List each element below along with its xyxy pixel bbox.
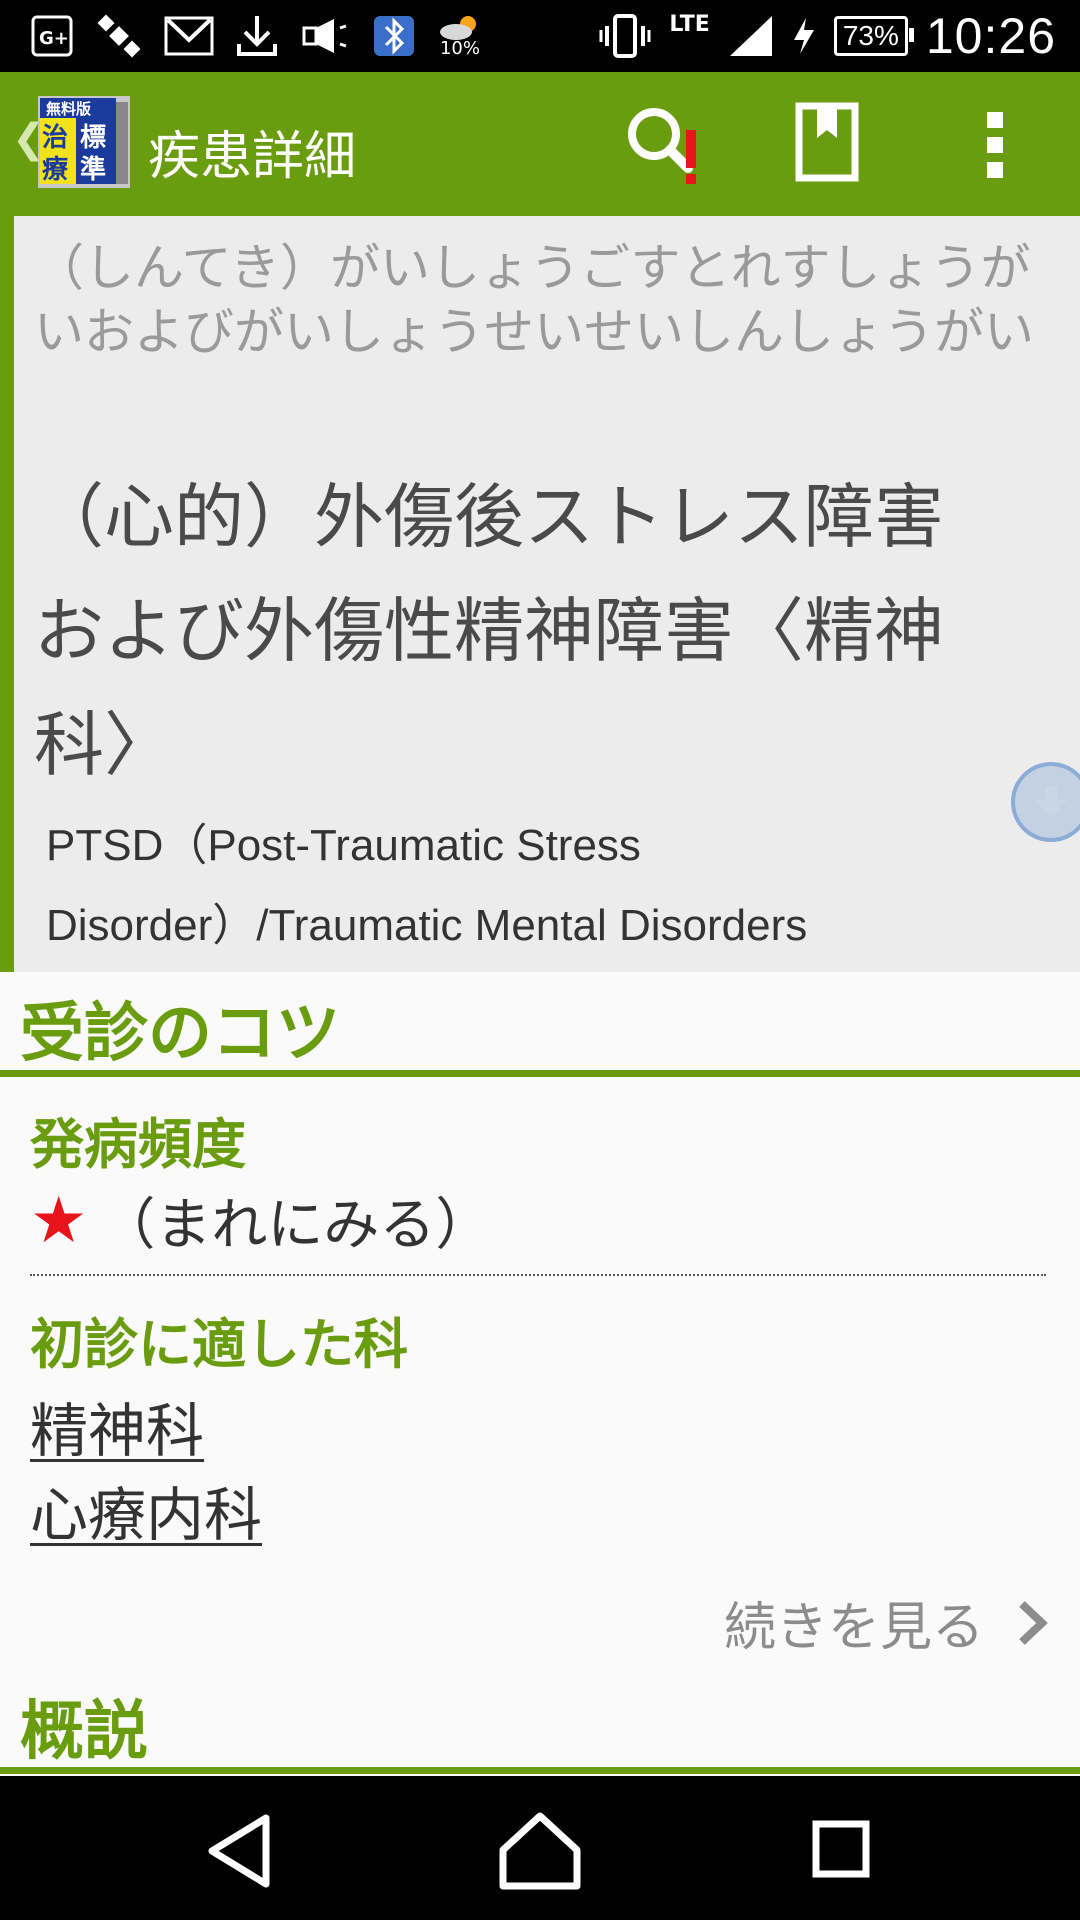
weather-indicator: 10% [438, 14, 482, 58]
logo-free-label: 無料版 [46, 100, 91, 118]
navigation-bar [0, 1776, 1080, 1920]
google-plus-icon: G+ [31, 15, 73, 57]
logo-char-3: 標 [80, 123, 106, 153]
svg-text:G+: G+ [39, 28, 69, 49]
logo-char-4: 準 [80, 154, 106, 185]
recents-icon[interactable] [796, 1806, 886, 1896]
speaker-icon [302, 19, 347, 53]
search-alert-icon[interactable] [620, 100, 710, 190]
cloud-sun-icon [440, 16, 476, 40]
vibrate-icon [599, 14, 651, 58]
gmail-icon [164, 16, 214, 56]
section-divider [0, 1070, 1080, 1077]
disease-name-line-3: 科〉 [34, 704, 174, 786]
battery-percent: 73% [842, 20, 899, 51]
logo-char-1: 治 [42, 123, 68, 153]
more-vert-icon[interactable] [975, 110, 1015, 180]
disease-english-name: PTSD（Post-Traumatic Stress Disorder）/Tra… [46, 806, 1046, 966]
frequency-value: ★ （まれにみる） [30, 1180, 491, 1261]
status-bar: G+ 10% LTE 73% 10:26 [0, 0, 1080, 72]
dotted-divider [30, 1274, 1046, 1276]
app-bar: ❮ 無料版 治 療 標 準 疾患詳細 [0, 72, 1080, 216]
download-icon [237, 16, 277, 56]
section-divider [0, 1767, 1080, 1774]
arrow-down-icon [1035, 786, 1067, 818]
english-name-line-1: PTSD（Post-Traumatic Stress [46, 821, 641, 870]
overview-heading: 概説 [20, 1695, 148, 1769]
page-title: 疾患詳細 [148, 127, 357, 187]
home-icon[interactable] [495, 1806, 585, 1896]
battery-indicator: 73% [833, 16, 914, 56]
bookmark-icon[interactable] [795, 102, 859, 182]
disease-name: （心的）外傷後ストレス障害 および外傷性精神障害〈精神 科〉 [34, 460, 1074, 802]
network-type: LTE [669, 12, 710, 37]
signal-icon [729, 16, 772, 56]
disease-header: （しんてき）がいしょうごすとれすしょうがいおよびがいしょうせいせいしんしょうがい… [0, 216, 1080, 972]
disease-reading: （しんてき）がいしょうごすとれすしょうがいおよびがいしょうせいせいしんしょうがい [34, 239, 1034, 361]
back-icon[interactable] [196, 1806, 286, 1896]
consult-tips-heading: 受診のコツ [20, 997, 340, 1071]
logo-char-2: 療 [42, 155, 69, 185]
app-logo[interactable]: 無料版 治 療 標 準 [36, 94, 132, 190]
see-more-label: 続きを見る [723, 1598, 984, 1658]
weather-percent: 10% [439, 38, 480, 59]
department-link-psychosomatic[interactable]: 心療内科 [30, 1468, 262, 1552]
frequency-text: （まれにみる） [99, 1193, 492, 1258]
star-icon: ★ [30, 1183, 88, 1258]
department-link-psychiatry[interactable]: 精神科 [30, 1384, 204, 1468]
english-name-line-2: Disorder）/Traumatic Mental Disorders [46, 901, 808, 950]
charging-icon [793, 18, 814, 54]
frequency-label: 発病頻度 [30, 1113, 246, 1176]
clock: 10:26 [925, 8, 1056, 64]
departments-label: 初診に適した科 [30, 1313, 408, 1376]
satellite-icon [97, 14, 141, 58]
see-more-link[interactable]: 続きを見る [724, 1585, 1050, 1660]
chevron-right-icon [1019, 1600, 1048, 1645]
disease-name-line-1: （心的）外傷後ストレス障害 [34, 476, 944, 558]
bluetooth-app-icon [374, 16, 414, 56]
disease-name-line-2: および外傷性精神障害〈精神 [34, 590, 944, 672]
